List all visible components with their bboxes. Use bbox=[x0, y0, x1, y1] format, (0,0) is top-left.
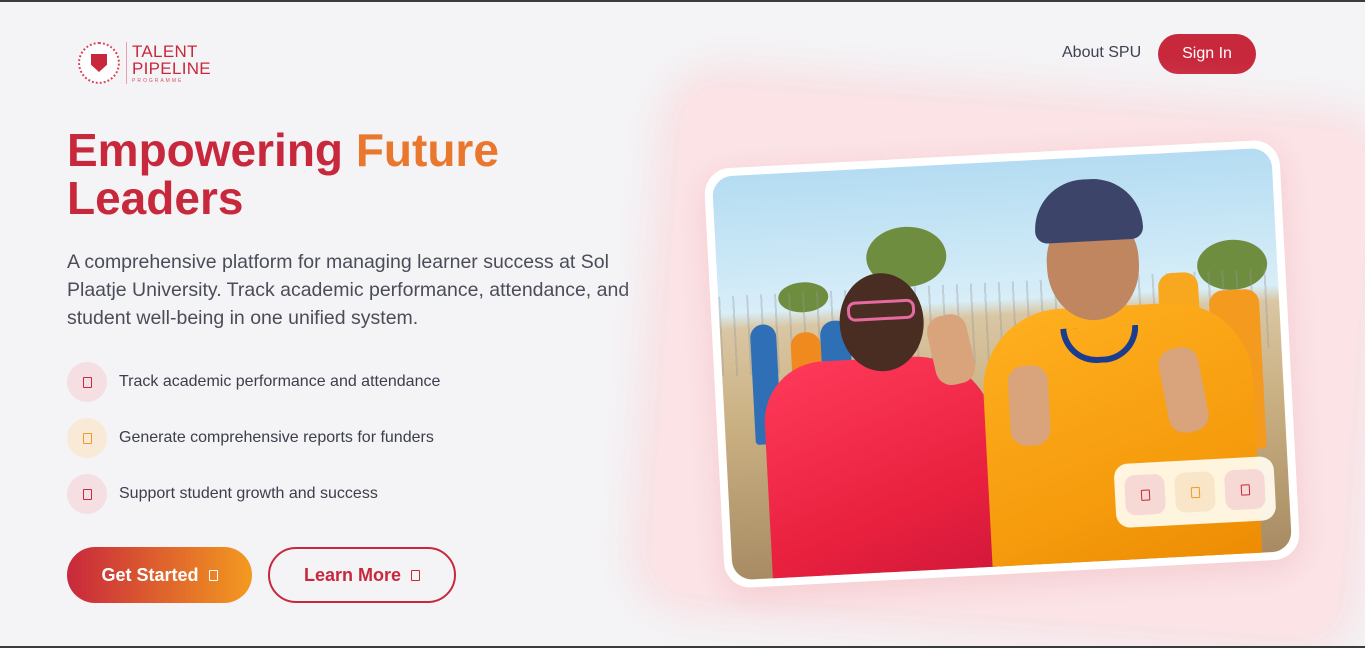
logo-line-talent: TALENT bbox=[132, 41, 198, 61]
feature-text: Support student growth and success bbox=[119, 485, 378, 502]
feature-list: Track academic performance and attendanc… bbox=[67, 362, 440, 530]
report-icon bbox=[67, 418, 107, 458]
hero-title-word-1: Empowering bbox=[67, 124, 344, 176]
chart-icon bbox=[1124, 473, 1167, 516]
top-border bbox=[0, 0, 1365, 2]
sign-in-button[interactable]: Sign In bbox=[1158, 34, 1256, 74]
logo-line-programme: PROGRAMME bbox=[132, 77, 184, 84]
shield-icon bbox=[91, 54, 107, 72]
arrow-right-icon bbox=[208, 569, 218, 581]
glasses-shape bbox=[846, 298, 916, 323]
growth-icon bbox=[67, 474, 107, 514]
hero-title: Empowering Future Leaders bbox=[67, 126, 499, 222]
feature-item: Support student growth and success bbox=[67, 474, 440, 514]
report-icon bbox=[1173, 471, 1216, 514]
student-red-jacket bbox=[761, 352, 1005, 581]
logo-line-pipeline: PIPELINE bbox=[132, 58, 211, 78]
hero-title-word-3: Leaders bbox=[67, 172, 244, 224]
feature-text: Track academic performance and attendanc… bbox=[119, 373, 441, 390]
logo-wordmark: TALENT PIPELINE PROGRAMME bbox=[132, 43, 211, 84]
hero-photo-card bbox=[703, 139, 1301, 589]
growth-icon bbox=[1223, 468, 1266, 511]
logo-divider bbox=[126, 42, 127, 84]
peace-sign-hand bbox=[1007, 364, 1052, 447]
beanie-shape bbox=[1032, 176, 1144, 245]
feature-item: Track academic performance and attendanc… bbox=[67, 362, 440, 402]
feature-item: Generate comprehensive reports for funde… bbox=[67, 418, 440, 458]
students-photo bbox=[711, 147, 1293, 581]
photo-badge-tray bbox=[1113, 455, 1277, 529]
brand-logo[interactable]: TALENT PIPELINE PROGRAMME bbox=[78, 42, 211, 84]
chart-icon bbox=[67, 362, 107, 402]
get-started-label: Get Started bbox=[101, 564, 199, 585]
hero-description: A comprehensive platform for managing le… bbox=[67, 251, 630, 329]
arrow-right-icon bbox=[411, 569, 421, 581]
hero-title-word-2: Future bbox=[355, 124, 499, 176]
get-started-button[interactable]: Get Started bbox=[67, 547, 252, 603]
feature-text: Generate comprehensive reports for funde… bbox=[119, 429, 434, 446]
nav-about-link[interactable]: About SPU bbox=[1062, 44, 1141, 62]
learn-more-label: Learn More bbox=[303, 564, 402, 585]
learn-more-button[interactable]: Learn More bbox=[268, 547, 456, 603]
university-seal-icon bbox=[78, 42, 120, 84]
